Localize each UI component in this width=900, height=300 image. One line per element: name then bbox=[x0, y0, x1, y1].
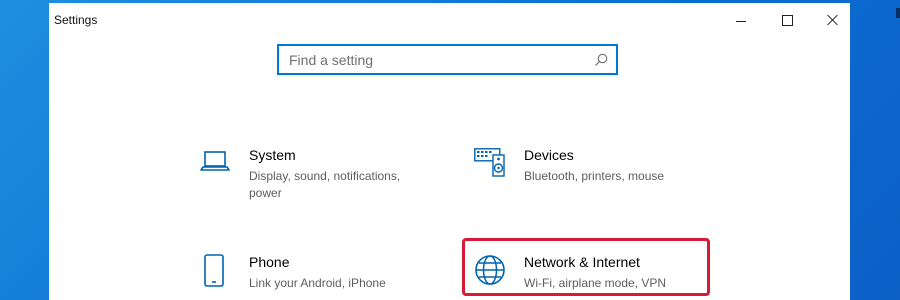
minimize-icon bbox=[736, 20, 746, 22]
minimize-button[interactable] bbox=[718, 3, 764, 37]
title-bar: Settings bbox=[49, 3, 850, 37]
search-icon[interactable] bbox=[593, 52, 609, 68]
description-line: Link your Android, iPhone bbox=[249, 276, 386, 290]
close-button[interactable] bbox=[810, 3, 850, 37]
category-title: System bbox=[249, 147, 296, 163]
category-system[interactable]: System Display, sound, notifications, po… bbox=[199, 147, 439, 207]
laptop-icon bbox=[200, 151, 230, 171]
settings-window: Settings System Display, sound, notifica… bbox=[49, 3, 850, 300]
keyboard-speaker-icon bbox=[474, 148, 505, 177]
description-line: power bbox=[249, 186, 282, 200]
category-description: Link your Android, iPhone bbox=[249, 275, 419, 292]
search-input[interactable] bbox=[289, 51, 579, 69]
category-phone[interactable]: Phone Link your Android, iPhone bbox=[199, 254, 439, 300]
maximize-icon bbox=[781, 14, 793, 26]
category-title: Phone bbox=[249, 254, 290, 270]
category-description: Display, sound, notifications, power bbox=[249, 168, 419, 202]
window-title: Settings bbox=[54, 13, 98, 27]
maximize-button[interactable] bbox=[764, 3, 810, 37]
search-box[interactable] bbox=[277, 44, 618, 75]
description-line: Bluetooth, printers, mouse bbox=[524, 169, 665, 183]
highlight-box bbox=[462, 238, 710, 296]
category-title: Devices bbox=[524, 147, 574, 163]
category-description: Bluetooth, printers, mouse bbox=[524, 168, 694, 185]
phone-icon bbox=[204, 254, 224, 287]
desktop-edge-element bbox=[896, 8, 900, 18]
description-line: Display, sound, notifications, bbox=[249, 169, 401, 183]
close-icon bbox=[827, 14, 839, 26]
category-devices[interactable]: Devices Bluetooth, printers, mouse bbox=[474, 147, 714, 207]
